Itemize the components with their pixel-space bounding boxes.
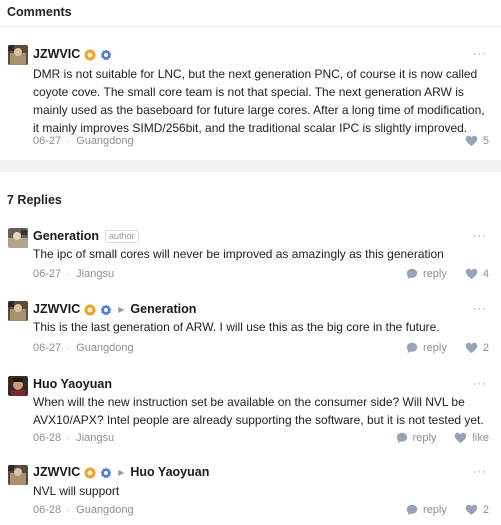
reply-button[interactable]: reply — [396, 432, 437, 444]
heart-icon — [465, 135, 478, 146]
comment-bubble-icon — [406, 504, 418, 516]
heart-icon — [465, 342, 478, 353]
reply-date: 06-27 — [33, 268, 62, 280]
like-button[interactable]: 5 — [465, 135, 489, 147]
reply-to-username[interactable]: Generation — [130, 302, 196, 316]
reply-header: JZWVIC ▶ Generation — [33, 300, 196, 318]
username[interactable]: JZWVIC — [33, 465, 80, 479]
section-separator — [0, 160, 501, 172]
reply-header: JZWVIC ▶ Huo Yaoyuan — [33, 463, 209, 481]
reply-actions: reply 2 — [406, 340, 489, 356]
reply-date: 06-28 — [33, 504, 62, 516]
heart-icon — [465, 504, 478, 515]
like-count: 2 — [482, 342, 489, 354]
like-count: 4 — [482, 268, 489, 280]
more-options-icon[interactable]: ··· — [473, 466, 487, 478]
comment-text: DMR is not suitable for LNC, but the nex… — [33, 67, 485, 135]
avatar[interactable] — [8, 45, 28, 65]
reply-label: reply — [423, 268, 447, 280]
comments-heading: Comments — [7, 5, 72, 19]
heart-icon — [455, 432, 467, 443]
reply-actions: reply 4 — [406, 266, 489, 282]
meta-separator: · — [67, 505, 71, 515]
username[interactable]: Generation — [33, 229, 99, 243]
level-badge-icon — [84, 466, 96, 479]
verified-badge-icon — [100, 466, 112, 479]
more-options-icon[interactable]: ··· — [473, 48, 487, 60]
meta-separator: · — [67, 343, 71, 353]
more-options-icon[interactable]: ··· — [473, 230, 487, 242]
comment-header: JZWVIC — [33, 45, 112, 63]
author-tag: author — [105, 229, 139, 243]
avatar[interactable] — [8, 228, 28, 248]
like-button[interactable]: like — [454, 432, 489, 444]
avatar[interactable] — [8, 465, 28, 485]
like-button[interactable]: 4 — [465, 268, 489, 280]
reply-header: Generation author — [33, 227, 139, 245]
like-count: 2 — [482, 504, 489, 516]
level-badge-icon — [84, 303, 96, 316]
reply-meta: 06-27 · Guangdong — [33, 340, 134, 356]
reply-label: reply — [423, 342, 447, 354]
comment-date: 06-27 — [33, 135, 62, 147]
reply-date: 06-28 — [33, 432, 62, 444]
reply-text: NVL will support — [33, 484, 120, 498]
comment-bubble-icon — [406, 268, 418, 280]
reply-button[interactable]: reply — [406, 268, 447, 280]
reply-label: reply — [412, 432, 437, 444]
reply-meta: 06-27 · Jiangsu — [33, 266, 114, 282]
username[interactable]: JZWVIC — [33, 302, 80, 316]
more-options-icon[interactable]: ··· — [473, 378, 487, 390]
reply-text: This is the last generation of ARW. I wi… — [33, 320, 440, 334]
replies-heading: 7 Replies — [7, 193, 62, 207]
reply-location: Guangdong — [76, 504, 134, 516]
like-count: like — [472, 432, 489, 444]
reply-location: Jiangsu — [76, 432, 115, 444]
comment-location: Guangdong — [76, 135, 134, 147]
heart-icon — [465, 268, 478, 279]
verified-badge-icon — [100, 303, 112, 316]
reply-meta: 06-28 · Jiangsu — [33, 430, 114, 446]
meta-separator: · — [67, 433, 71, 443]
username[interactable]: Huo Yaoyuan — [33, 377, 112, 391]
reply-to-arrow-icon: ▶ — [118, 304, 125, 314]
like-count: 5 — [482, 135, 489, 147]
divider — [0, 26, 501, 27]
more-options-icon[interactable]: ··· — [473, 303, 487, 315]
comment-actions: 5 — [465, 133, 489, 149]
like-button[interactable]: 2 — [465, 342, 489, 354]
level-badge-icon — [84, 48, 96, 61]
reply-button[interactable]: reply — [406, 342, 447, 354]
reply-label: reply — [423, 504, 447, 516]
reply-text: When will the new instruction set be ava… — [33, 395, 484, 427]
reply-to-arrow-icon: ▶ — [118, 467, 125, 477]
meta-separator: · — [67, 269, 71, 279]
avatar[interactable] — [8, 376, 28, 396]
comment-meta: 06-27 · Guangdong — [33, 133, 134, 149]
reply-location: Guangdong — [76, 342, 134, 354]
reply-to-username[interactable]: Huo Yaoyuan — [130, 465, 209, 479]
reply-actions: reply 2 — [406, 502, 489, 518]
avatar[interactable] — [8, 301, 28, 321]
reply-button[interactable]: reply — [406, 504, 447, 516]
comment-bubble-icon — [406, 342, 418, 354]
reply-location: Jiangsu — [76, 268, 115, 280]
reply-header: Huo Yaoyuan — [33, 375, 112, 393]
verified-badge-icon — [100, 48, 112, 61]
comment-bubble-icon — [396, 432, 407, 444]
username[interactable]: JZWVIC — [33, 47, 80, 61]
reply-date: 06-27 — [33, 342, 62, 354]
like-button[interactable]: 2 — [465, 504, 489, 516]
meta-separator: · — [67, 136, 71, 146]
reply-actions: reply like — [396, 430, 489, 446]
reply-meta: 06-28 · Guangdong — [33, 502, 134, 518]
reply-text: The ipc of small cores will never be imp… — [33, 247, 444, 261]
